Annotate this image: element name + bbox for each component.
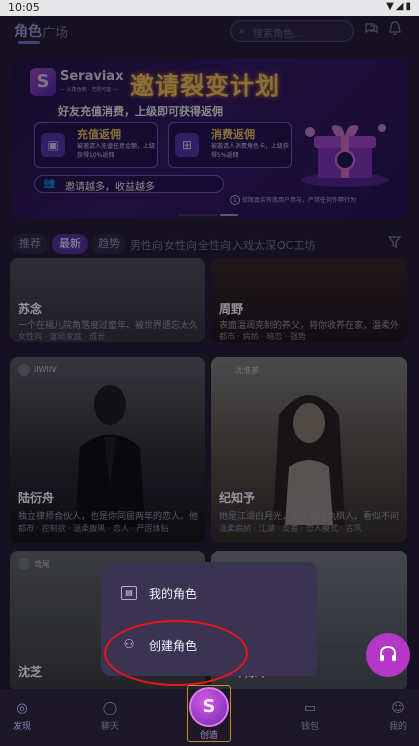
nav-chat-label: 聊天 (100, 722, 119, 732)
highlight-ring (104, 620, 248, 686)
nav-chat[interactable]: ◯ 聊天 (90, 701, 130, 732)
nav-discover[interactable]: ◎ 发现 (2, 701, 42, 732)
id-card-icon: ▤ (121, 586, 137, 600)
chat-icon: ◯ (102, 701, 118, 716)
compass-icon: ◎ (16, 701, 28, 716)
my-roles-button[interactable]: ▤ 我的角色 (115, 576, 303, 612)
nav-mine[interactable]: ☺ 我的 (378, 701, 418, 732)
create-button[interactable]: S (189, 687, 229, 727)
nav-wallet[interactable]: ▭ 钱包 (290, 701, 330, 732)
status-time: 10:05 (8, 1, 40, 14)
nav-mine-label: 我的 (388, 722, 407, 732)
status-icons: ▼◢▮ (386, 1, 413, 12)
my-roles-label: 我的角色 (149, 587, 198, 601)
user-icon: ☺ (391, 701, 405, 716)
app-screen: 角色 广场 ⌕ 搜索角色... S Seraviax — 从角色到 · 无限可能… (0, 16, 419, 746)
nav-discover-label: 发现 (12, 722, 31, 732)
customer-service-button[interactable] (366, 633, 410, 677)
wallet-icon: ▭ (303, 701, 317, 716)
headset-icon (380, 645, 396, 661)
nav-create-label: 创造 (199, 731, 218, 741)
nav-wallet-label: 钱包 (300, 722, 319, 732)
status-bar: 10:05 ▼◢▮ (0, 0, 419, 16)
